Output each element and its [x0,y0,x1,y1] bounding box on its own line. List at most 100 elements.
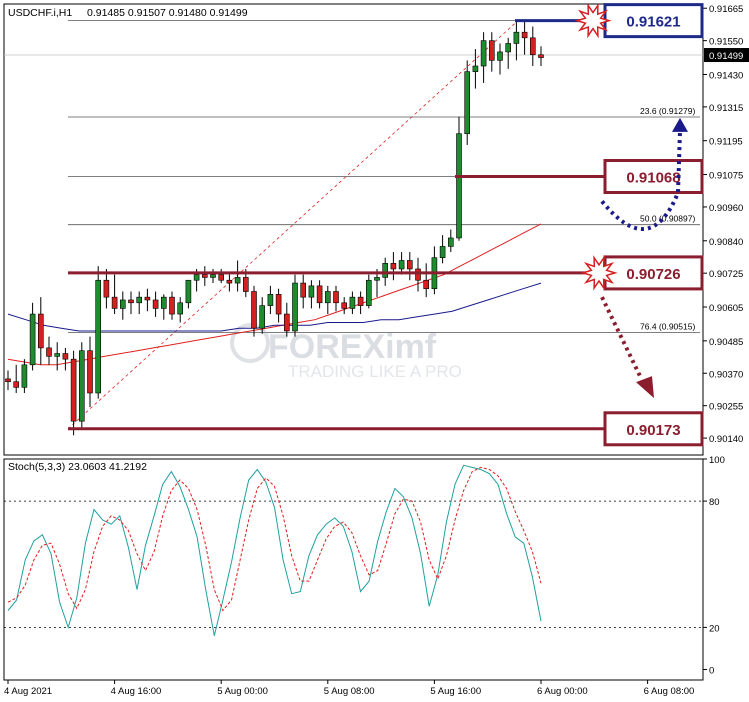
candle-body [283,313,290,332]
candle-body [333,291,339,304]
candle-body [324,291,331,304]
ohlc-readout: 0.91485 0.91507 0.91480 0.91499 [87,7,248,19]
price-tick-label: 0.90960 [709,203,743,214]
candle-body [87,350,93,394]
price-tick-label: 0.91315 [709,103,743,114]
stoch-tick-label: 20 [709,623,720,634]
candle-body [505,43,512,53]
time-tick-label: 4 Aug 16:00 [111,686,162,697]
current-price-label: 0.91499 [709,51,743,62]
time-tick-label: 6 Aug 08:00 [644,686,695,697]
stoch-title: Stoch(5,3,3) 23.0603 41.2192 [8,461,147,473]
candle-body [390,263,397,270]
x-axis: 4 Aug 2021 4 Aug 16:00 5 Aug 00:00 5 Aug 08… [4,680,695,697]
candle-body [267,294,274,306]
price-tick-label: 0.90840 [709,237,743,248]
watermark-brand: FOREXimf [268,328,437,366]
time-tick-label: 5 Aug 00:00 [217,686,268,697]
candle-body [169,296,175,315]
price-tick-label: 0.91430 [709,70,743,81]
level-label: 0.90173 [626,422,680,439]
candle-body [226,279,233,284]
candle-body [415,268,421,281]
candle-body [497,51,503,61]
level-label: 0.91068 [626,170,680,187]
candle-body [46,347,52,357]
candle-body [423,279,430,289]
candle-body [177,302,183,315]
candle-body [300,282,307,298]
price-tick-label: 0.90370 [709,369,743,380]
candle-body [538,54,544,58]
candle-body [365,279,372,306]
candle-body [259,305,266,329]
candle-body [202,274,208,278]
candle-body [398,260,405,270]
fibonacci-label: 23.6 (0.91279) [640,106,695,116]
candle-body [37,313,44,349]
price-tick-label: 0.91550 [709,37,743,48]
price-tick-label: 0.90725 [709,269,743,280]
candle-body [95,279,101,394]
symbol-title: USDCHF.i,H1 [8,7,72,19]
stoch-tick-label: 100 [709,455,725,466]
candle-body [513,31,520,44]
watermark-tagline: TRADING LIKE A PRO [288,362,462,381]
candle-body [218,274,224,281]
stochastic-panel: 100 80 20 0 [3,455,725,681]
candle-body [120,299,126,309]
candle-body [456,133,462,239]
candle-body [243,277,249,292]
price-tick-label: 0.90255 [709,402,743,413]
candle-body [382,263,389,278]
candle-body [472,65,479,72]
candle-body [5,378,11,383]
candle-body [152,299,159,309]
stoch-tick-label: 0 [709,665,714,676]
candle-body [111,296,118,309]
price-tick-label: 0.90605 [709,303,743,314]
candle-body [439,246,446,258]
candle-body [136,296,142,304]
main-panel: 0.91665 0.91550 0.91430 0.91315 0.91195 0.910… [3,2,749,456]
stoch-plot-area [3,458,704,681]
candle-body [13,381,19,388]
price-tick-label: 0.90140 [709,434,743,445]
candle-body [251,291,257,329]
price-tick-label: 0.90485 [709,337,743,348]
candle-body [447,237,454,247]
stoch-tick-label: 80 [709,497,720,508]
candle-body [29,313,36,366]
candle-body [521,31,528,39]
candle-body [308,285,315,298]
time-tick-label: 4 Aug 2021 [4,686,52,697]
chart-canvas: 0.91665 0.91550 0.91430 0.91315 0.91195 0.910… [3,2,749,697]
main-plot-area [3,3,704,456]
candle-body [103,279,110,298]
candle-body [316,285,323,304]
candle-body [54,353,61,357]
candle-body [21,364,28,388]
candle-body [79,350,85,422]
candle-body [406,260,413,270]
price-tick-label: 0.91665 [709,4,743,15]
candle-body [234,277,241,284]
level-label: 0.91621 [626,14,680,31]
candle-body [70,358,77,422]
candle-body [144,296,151,301]
price-tick-label: 0.91195 [709,137,743,148]
candle-body [480,40,487,67]
time-tick-label: 5 Aug 16:00 [430,686,481,697]
candle-body [374,277,380,281]
time-tick-label: 6 Aug 00:00 [537,686,588,697]
price-tick-label: 0.91075 [709,171,743,182]
candle-body [62,353,69,360]
level-label: 0.90726 [626,266,680,283]
candle-body [275,294,282,315]
candle-body [529,37,536,56]
candle-body [349,296,356,309]
candle-body [357,296,364,306]
time-tick-label: 5 Aug 08:00 [324,686,375,697]
fibonacci-label: 76.4 (0.90515) [640,321,695,331]
candle-body [128,299,134,304]
